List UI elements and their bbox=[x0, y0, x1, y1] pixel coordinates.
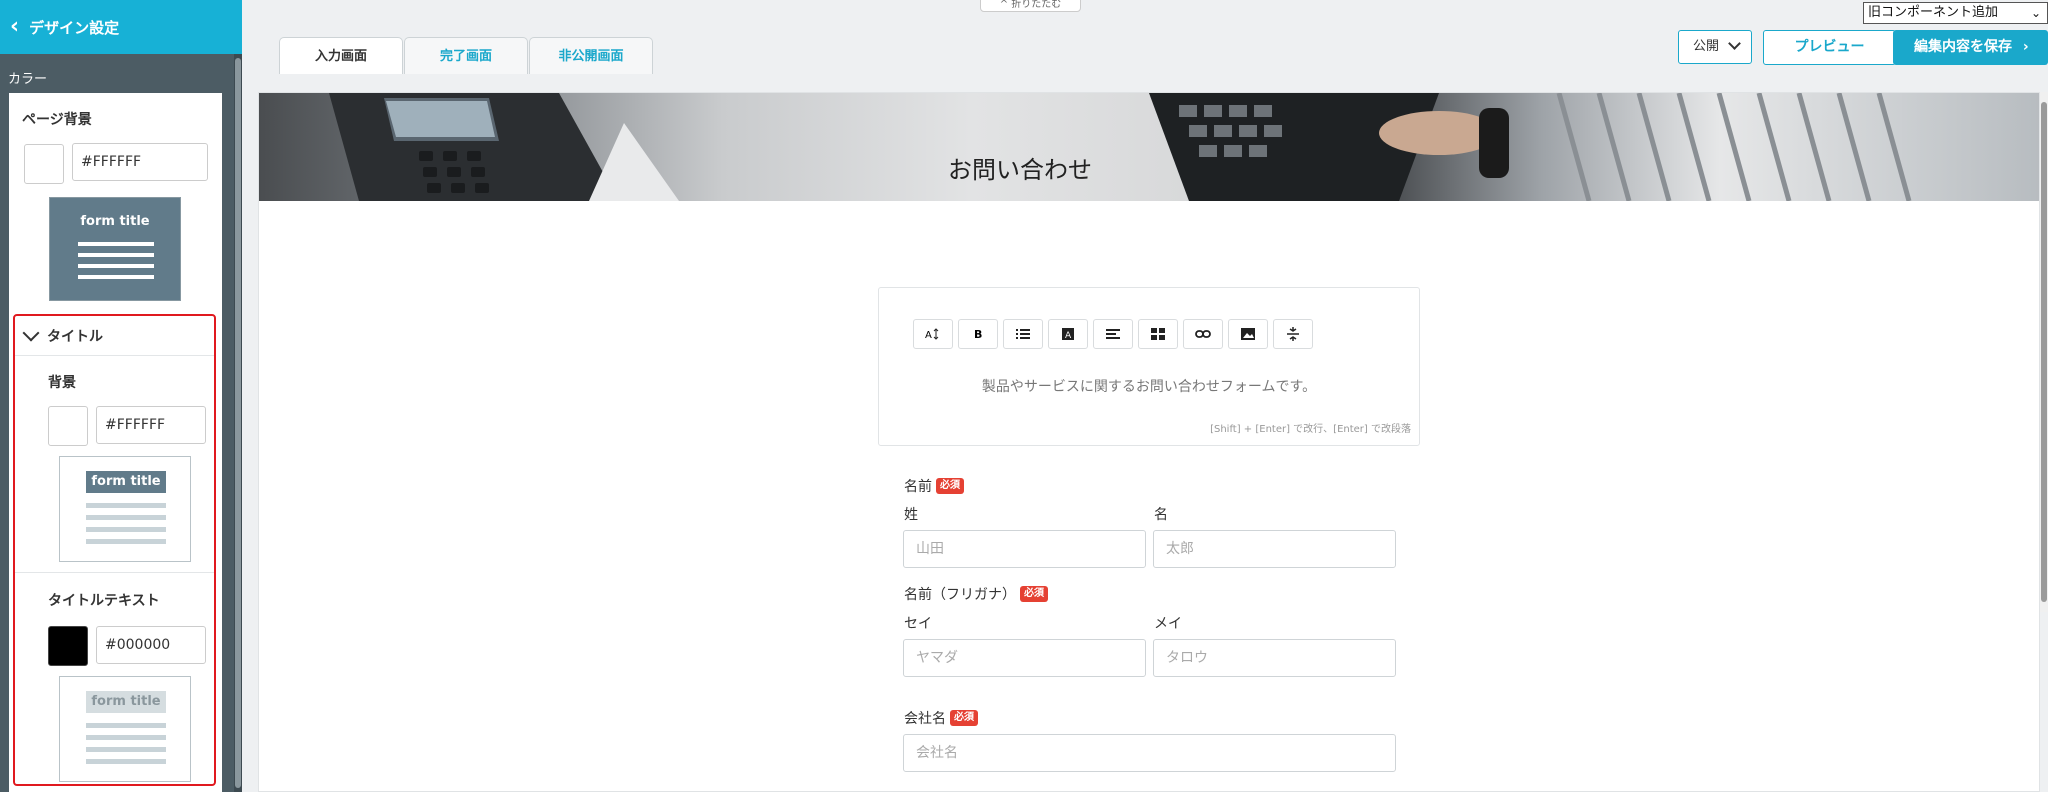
first-name-label: 名 bbox=[1154, 507, 1168, 523]
chevron-down-icon: ⌄ bbox=[2030, 6, 2041, 20]
preview-button[interactable]: プレビュー bbox=[1763, 30, 1896, 65]
text-color-icon[interactable]: A bbox=[1048, 319, 1088, 349]
description-editor[interactable]: A B A 製品やサービスに関するお問い合わせフォームです。 [Shift] +… bbox=[878, 287, 1420, 446]
required-badge: 必須 bbox=[1020, 586, 1048, 602]
save-label: 編集内容を保存 bbox=[1914, 39, 2012, 55]
chevron-down-icon bbox=[1728, 37, 1741, 50]
collapse-button[interactable]: ^ 折りたたむ bbox=[980, 0, 1081, 12]
text-size-icon[interactable]: A bbox=[913, 319, 953, 349]
preview-line bbox=[78, 275, 154, 279]
editor-toolbar: A B A bbox=[913, 319, 1318, 349]
legacy-component-select[interactable]: 旧コンポーネント追加 ⌄ bbox=[1863, 2, 2048, 24]
image-icon[interactable] bbox=[1228, 319, 1268, 349]
list-icon[interactable] bbox=[1003, 319, 1043, 349]
publish-dropdown[interactable]: 公開 bbox=[1678, 30, 1752, 64]
company-input[interactable]: 会社名 bbox=[903, 734, 1396, 772]
save-button[interactable]: 編集内容を保存 › bbox=[1893, 30, 2048, 65]
align-left-icon[interactable] bbox=[1093, 319, 1133, 349]
tab-private[interactable]: 非公開画面 bbox=[529, 37, 653, 74]
name-field-label: 名前 必須 bbox=[904, 476, 964, 496]
preview-line bbox=[86, 539, 166, 544]
tab-input[interactable]: 入力画面 bbox=[279, 37, 403, 74]
title-text-swatch[interactable] bbox=[48, 626, 88, 666]
title-bg-preview: form title bbox=[59, 456, 191, 562]
publish-label: 公開 bbox=[1693, 39, 1720, 54]
title-section-label: タイトル bbox=[47, 328, 103, 345]
table-icon[interactable] bbox=[1138, 319, 1178, 349]
preview-line bbox=[78, 264, 154, 268]
title-bg-swatch[interactable] bbox=[48, 406, 88, 446]
divider-icon[interactable] bbox=[1273, 319, 1313, 349]
company-label-text: 会社名 bbox=[904, 711, 946, 727]
kana-first-input[interactable]: タロウ bbox=[1153, 639, 1396, 677]
kana-field-label: 名前（フリガナ） 必須 bbox=[904, 584, 1048, 604]
page-bg-preview: form title bbox=[49, 197, 181, 301]
required-badge: 必須 bbox=[950, 710, 978, 726]
color-settings-panel: ページ背景 #FFFFFF form title タイトル 背景 #FFFFFF… bbox=[9, 93, 222, 792]
sidebar-title: デザイン設定 bbox=[29, 18, 120, 37]
editor-hint: [Shift] + [Enter] で改行、[Enter] で改段落 bbox=[1210, 424, 1411, 435]
svg-text:A: A bbox=[925, 330, 932, 340]
title-text-hex-input[interactable]: #000000 bbox=[96, 626, 206, 664]
title-section-toggle[interactable]: タイトル bbox=[15, 316, 214, 356]
kana-last-input[interactable]: ヤマダ bbox=[903, 639, 1146, 677]
title-bg-hex-input[interactable]: #FFFFFF bbox=[96, 406, 206, 444]
design-sidebar: ‹ デザイン設定 カラー ページ背景 #FFFFFF form title タイ… bbox=[0, 0, 242, 792]
preview-line bbox=[86, 735, 166, 740]
chevron-right-icon: › bbox=[2022, 39, 2029, 55]
preview-line bbox=[86, 515, 166, 520]
form-title[interactable]: お問い合わせ bbox=[0, 150, 2040, 185]
tab-complete[interactable]: 完了画面 bbox=[404, 37, 528, 74]
first-name-input[interactable]: 太郎 bbox=[1153, 530, 1396, 568]
link-icon[interactable] bbox=[1183, 319, 1223, 349]
kana-first-label: メイ bbox=[1154, 616, 1182, 632]
preview-line bbox=[86, 527, 166, 532]
svg-text:A: A bbox=[1065, 331, 1072, 340]
bold-icon[interactable]: B bbox=[958, 319, 998, 349]
chevron-down-icon bbox=[22, 324, 40, 341]
color-section-label: カラー bbox=[8, 72, 48, 87]
title-bg-label: 背景 bbox=[48, 375, 76, 391]
back-to-design-settings[interactable]: ‹ デザイン設定 bbox=[0, 0, 242, 54]
kana-last-label: セイ bbox=[904, 616, 932, 632]
chevron-left-icon: ‹ bbox=[10, 14, 20, 39]
divider bbox=[15, 572, 214, 573]
name-label-text: 名前 bbox=[904, 479, 932, 495]
last-name-label: 姓 bbox=[904, 507, 918, 523]
main-scrollbar[interactable] bbox=[2040, 92, 2048, 612]
preview-line bbox=[78, 253, 154, 257]
title-text-label: タイトルテキスト bbox=[48, 593, 160, 609]
page-bg-label: ページ背景 bbox=[22, 112, 92, 128]
preview-form-title: form title bbox=[86, 691, 166, 713]
legacy-select-value: 旧コンポーネント追加 bbox=[1868, 5, 1999, 20]
preview-form-title: form title bbox=[80, 214, 150, 229]
preview-line bbox=[78, 242, 154, 246]
screen-tabs: 入力画面 完了画面 非公開画面 bbox=[279, 37, 654, 74]
preview-line bbox=[86, 747, 166, 752]
kana-label-text: 名前（フリガナ） bbox=[904, 587, 1016, 603]
form-description: 製品やサービスに関するお問い合わせフォームです。 bbox=[981, 379, 1317, 395]
title-text-preview: form title bbox=[59, 676, 191, 782]
required-badge: 必須 bbox=[936, 478, 964, 494]
preview-form-title: form title bbox=[86, 471, 166, 493]
scrollbar-thumb[interactable] bbox=[2041, 102, 2047, 602]
preview-line bbox=[86, 503, 166, 508]
svg-text:B: B bbox=[974, 328, 982, 340]
company-field-label: 会社名 必須 bbox=[904, 708, 978, 728]
last-name-input[interactable]: 山田 bbox=[903, 530, 1146, 568]
preview-line bbox=[86, 723, 166, 728]
title-color-section: タイトル 背景 #FFFFFF form title タイトルテキスト #000… bbox=[13, 314, 216, 786]
preview-line bbox=[86, 759, 166, 764]
